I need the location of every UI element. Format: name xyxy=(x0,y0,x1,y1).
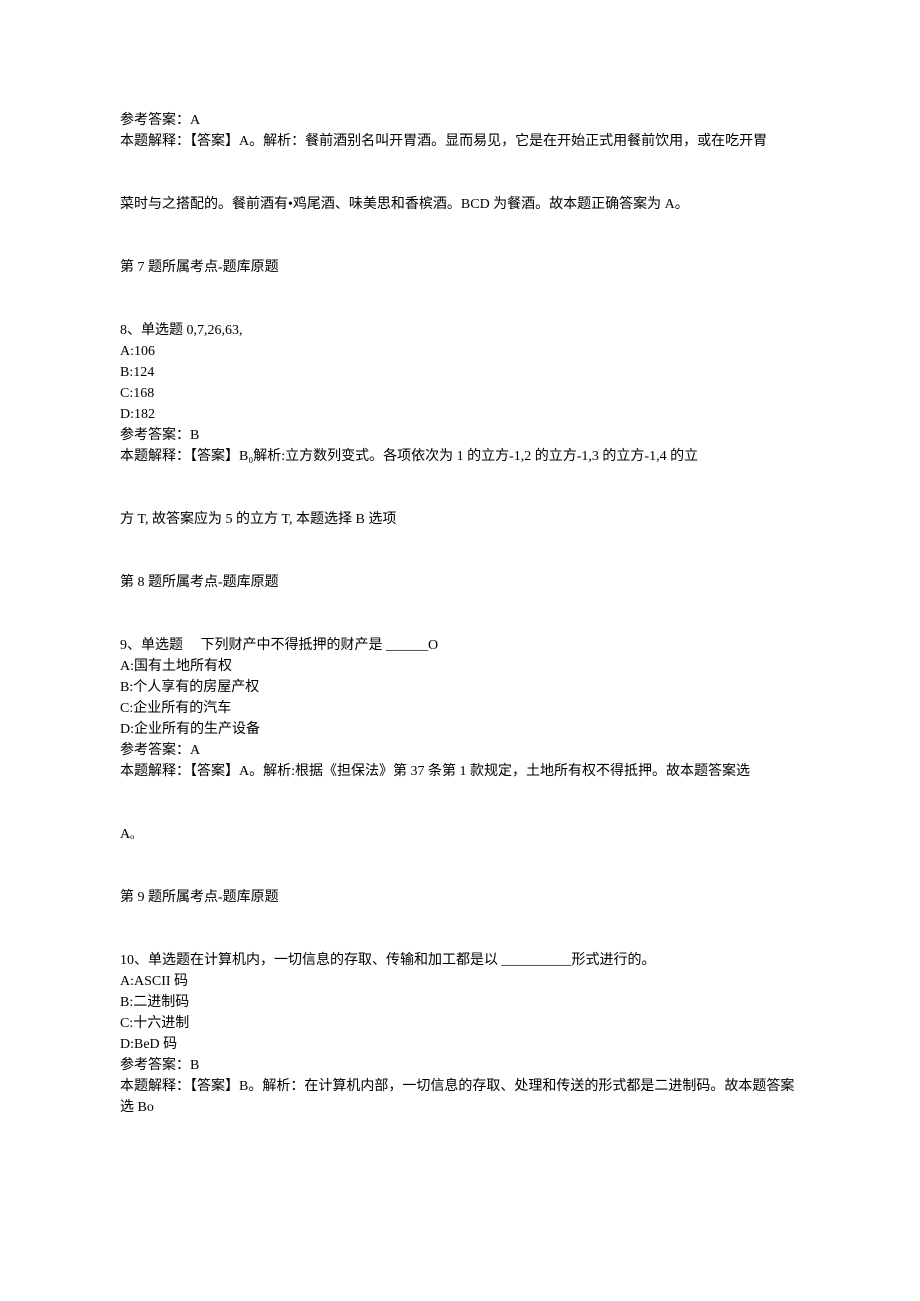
q9-explanation-line1: 本题解释：【答案】A。解析:根据《担保法》第 37 条第 1 款规定，土地所有权… xyxy=(120,761,800,782)
q8-explanation-line1: 本题解释：【答案】B₀解析:立方数列变式。各项依次为 1 的立方-1,2 的立方… xyxy=(120,446,800,467)
q8-topic: 第 8 题所属考点-题库原题 xyxy=(120,572,800,593)
q10-explanation-line2: 选 Bo xyxy=(120,1097,800,1118)
q10-explanation-line1: 本题解释：【答案】B。解析：在计算机内部，一切信息的存取、处理和传送的形式都是二… xyxy=(120,1076,800,1097)
document-body: 参考答案：A 本题解释：【答案】A。解析：餐前酒别名叫开胃酒。显而易见，它是在开… xyxy=(0,0,920,1178)
q8-title: 8、单选题 0,7,26,63, xyxy=(120,320,800,341)
q9-explanation-line2: Aₒ xyxy=(120,824,800,845)
q9-title: 9、单选题 下列财产中不得抵押的财产是 ______O xyxy=(120,635,800,656)
q7-explanation-line1: 本题解释：【答案】A。解析：餐前酒别名叫开胃酒。显而易见，它是在开始正式用餐前饮… xyxy=(120,131,800,152)
q10-option-d: D:BeD 码 xyxy=(120,1034,800,1055)
q9-option-c: C:企业所有的汽车 xyxy=(120,698,800,719)
q9-answer-label: 参考答案：A xyxy=(120,740,800,761)
q9-option-a: A:国有土地所有权 xyxy=(120,656,800,677)
q8-option-d: D:182 xyxy=(120,404,800,425)
q10-option-a: A:ASCII 码 xyxy=(120,971,800,992)
q9-topic: 第 9 题所属考点-题库原题 xyxy=(120,887,800,908)
q9-option-b: B:个人享有的房屋产权 xyxy=(120,677,800,698)
q9-option-d: D:企业所有的生产设备 xyxy=(120,719,800,740)
q10-option-c: C:十六进制 xyxy=(120,1013,800,1034)
q7-answer-label: 参考答案：A xyxy=(120,110,800,131)
q10-title: 10、单选题在计算机内，一切信息的存取、传输和加工都是以 __________形… xyxy=(120,950,800,971)
q8-option-b: B:124 xyxy=(120,362,800,383)
q7-explanation-line2: 菜时与之搭配的。餐前酒有•鸡尾酒、味美思和香槟酒。BCD 为餐酒。故本题正确答案… xyxy=(120,194,800,215)
q8-option-a: A:106 xyxy=(120,341,800,362)
q10-answer-label: 参考答案：B xyxy=(120,1055,800,1076)
q8-answer-label: 参考答案：B xyxy=(120,425,800,446)
q7-topic: 第 7 题所属考点-题库原题 xyxy=(120,257,800,278)
q8-option-c: C:168 xyxy=(120,383,800,404)
q8-explanation-line2: 方 T, 故答案应为 5 的立方 T, 本题选择 B 选项 xyxy=(120,509,800,530)
q10-option-b: B:二进制码 xyxy=(120,992,800,1013)
